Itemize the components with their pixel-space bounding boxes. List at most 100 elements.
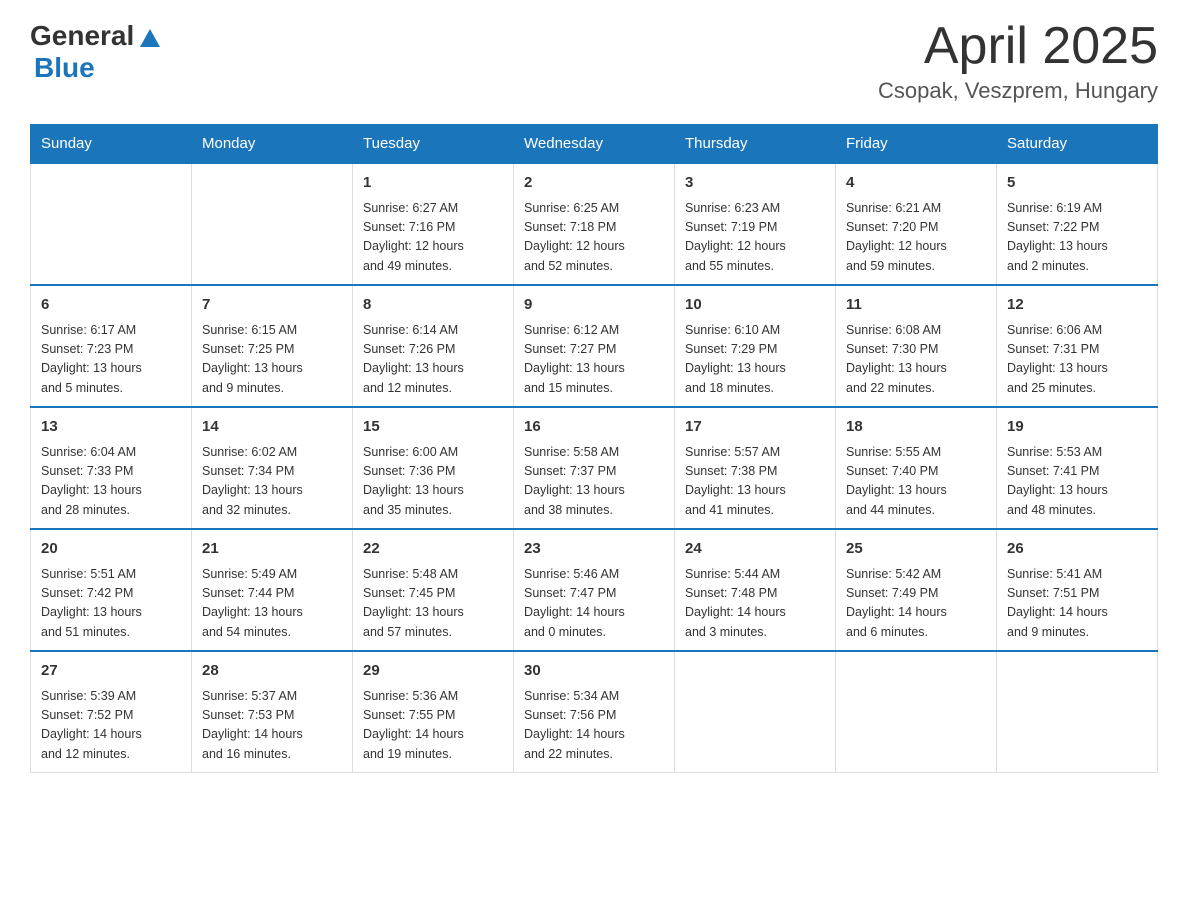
day-info-line: and 41 minutes. [685,501,825,520]
calendar-cell: 25Sunrise: 5:42 AMSunset: 7:49 PMDayligh… [836,529,997,651]
day-info-line: Sunset: 7:31 PM [1007,340,1147,359]
day-info-line: Sunrise: 6:04 AM [41,443,181,462]
day-info-line: Sunset: 7:51 PM [1007,584,1147,603]
day-number: 6 [41,294,181,317]
day-info-line: Sunrise: 5:49 AM [202,565,342,584]
calendar-cell [192,163,353,285]
calendar-cell: 8Sunrise: 6:14 AMSunset: 7:26 PMDaylight… [353,285,514,407]
calendar-week-row: 1Sunrise: 6:27 AMSunset: 7:16 PMDaylight… [31,163,1158,285]
day-info-line: Daylight: 14 hours [1007,603,1147,622]
day-number: 26 [1007,538,1147,561]
day-info-line: and 16 minutes. [202,745,342,764]
day-info-line: Sunset: 7:26 PM [363,340,503,359]
day-info-line: Daylight: 13 hours [1007,481,1147,500]
calendar-cell: 30Sunrise: 5:34 AMSunset: 7:56 PMDayligh… [514,651,675,773]
calendar-cell: 24Sunrise: 5:44 AMSunset: 7:48 PMDayligh… [675,529,836,651]
day-number: 3 [685,172,825,195]
day-info-line: and 2 minutes. [1007,257,1147,276]
day-info-line: Daylight: 13 hours [846,481,986,500]
day-info-line: Sunset: 7:29 PM [685,340,825,359]
page-header: General Blue April 2025 Csopak, Veszprem… [30,20,1158,104]
day-info-line: Sunrise: 5:44 AM [685,565,825,584]
page-subtitle: Csopak, Veszprem, Hungary [878,78,1158,104]
day-number: 10 [685,294,825,317]
day-info-line: Daylight: 13 hours [202,359,342,378]
day-info-line: Sunrise: 5:36 AM [363,687,503,706]
calendar-cell: 18Sunrise: 5:55 AMSunset: 7:40 PMDayligh… [836,407,997,529]
day-info-line: Sunset: 7:30 PM [846,340,986,359]
day-info-line: Daylight: 12 hours [685,237,825,256]
day-info-line: Sunrise: 5:55 AM [846,443,986,462]
day-number: 18 [846,416,986,439]
calendar-cell: 27Sunrise: 5:39 AMSunset: 7:52 PMDayligh… [31,651,192,773]
calendar-week-row: 27Sunrise: 5:39 AMSunset: 7:52 PMDayligh… [31,651,1158,773]
day-info-line: Sunset: 7:53 PM [202,706,342,725]
day-info-line: Sunset: 7:18 PM [524,218,664,237]
day-info-line: and 59 minutes. [846,257,986,276]
day-info-line: Sunrise: 5:58 AM [524,443,664,462]
calendar-cell: 17Sunrise: 5:57 AMSunset: 7:38 PMDayligh… [675,407,836,529]
day-info-line: Sunset: 7:22 PM [1007,218,1147,237]
day-info-line: Daylight: 13 hours [202,603,342,622]
day-info-line: Sunset: 7:23 PM [41,340,181,359]
calendar-cell: 23Sunrise: 5:46 AMSunset: 7:47 PMDayligh… [514,529,675,651]
day-info-line: Sunrise: 5:37 AM [202,687,342,706]
day-info-line: Daylight: 13 hours [685,359,825,378]
day-info-line: Daylight: 14 hours [202,725,342,744]
calendar-cell: 15Sunrise: 6:00 AMSunset: 7:36 PMDayligh… [353,407,514,529]
calendar-cell: 5Sunrise: 6:19 AMSunset: 7:22 PMDaylight… [997,163,1158,285]
day-info-line: Daylight: 13 hours [1007,359,1147,378]
day-info-line: and 52 minutes. [524,257,664,276]
calendar-cell: 14Sunrise: 6:02 AMSunset: 7:34 PMDayligh… [192,407,353,529]
day-number: 13 [41,416,181,439]
calendar-day-header: Saturday [997,125,1158,164]
day-number: 4 [846,172,986,195]
day-info-line: Sunrise: 6:06 AM [1007,321,1147,340]
calendar-day-header: Friday [836,125,997,164]
day-info-line: Sunset: 7:37 PM [524,462,664,481]
day-info-line: Daylight: 12 hours [363,237,503,256]
day-number: 8 [363,294,503,317]
day-info-line: and 12 minutes. [363,379,503,398]
day-info-line: Sunrise: 5:46 AM [524,565,664,584]
day-info-line: and 9 minutes. [1007,623,1147,642]
day-info-line: Daylight: 13 hours [41,603,181,622]
calendar-cell [675,651,836,773]
day-info-line: and 51 minutes. [41,623,181,642]
day-info-line: and 55 minutes. [685,257,825,276]
day-info-line: Sunset: 7:41 PM [1007,462,1147,481]
logo-triangle-icon [136,23,164,51]
day-info-line: and 5 minutes. [41,379,181,398]
calendar-table: SundayMondayTuesdayWednesdayThursdayFrid… [30,124,1158,773]
day-info-line: Daylight: 13 hours [363,359,503,378]
day-info-line: Daylight: 14 hours [363,725,503,744]
day-info-line: and 25 minutes. [1007,379,1147,398]
day-info-line: and 35 minutes. [363,501,503,520]
day-info-line: Sunrise: 6:10 AM [685,321,825,340]
day-number: 11 [846,294,986,317]
day-info-line: Sunset: 7:48 PM [685,584,825,603]
day-info-line: Sunset: 7:34 PM [202,462,342,481]
logo-general-text: General [30,20,134,52]
day-info-line: Sunrise: 5:53 AM [1007,443,1147,462]
day-info-line: Sunrise: 6:23 AM [685,199,825,218]
day-info-line: Sunset: 7:36 PM [363,462,503,481]
day-info-line: and 49 minutes. [363,257,503,276]
day-number: 30 [524,660,664,683]
day-info-line: Sunrise: 6:25 AM [524,199,664,218]
day-info-line: Daylight: 14 hours [846,603,986,622]
day-info-line: Daylight: 14 hours [524,603,664,622]
day-info-line: and 0 minutes. [524,623,664,642]
day-number: 14 [202,416,342,439]
calendar-cell: 12Sunrise: 6:06 AMSunset: 7:31 PMDayligh… [997,285,1158,407]
day-info-line: Daylight: 13 hours [685,481,825,500]
calendar-cell: 29Sunrise: 5:36 AMSunset: 7:55 PMDayligh… [353,651,514,773]
calendar-cell: 20Sunrise: 5:51 AMSunset: 7:42 PMDayligh… [31,529,192,651]
day-info-line: Daylight: 14 hours [524,725,664,744]
day-info-line: and 22 minutes. [846,379,986,398]
day-info-line: and 28 minutes. [41,501,181,520]
title-block: April 2025 Csopak, Veszprem, Hungary [878,20,1158,104]
day-info-line: Daylight: 13 hours [1007,237,1147,256]
day-info-line: and 32 minutes. [202,501,342,520]
day-info-line: Sunrise: 6:02 AM [202,443,342,462]
